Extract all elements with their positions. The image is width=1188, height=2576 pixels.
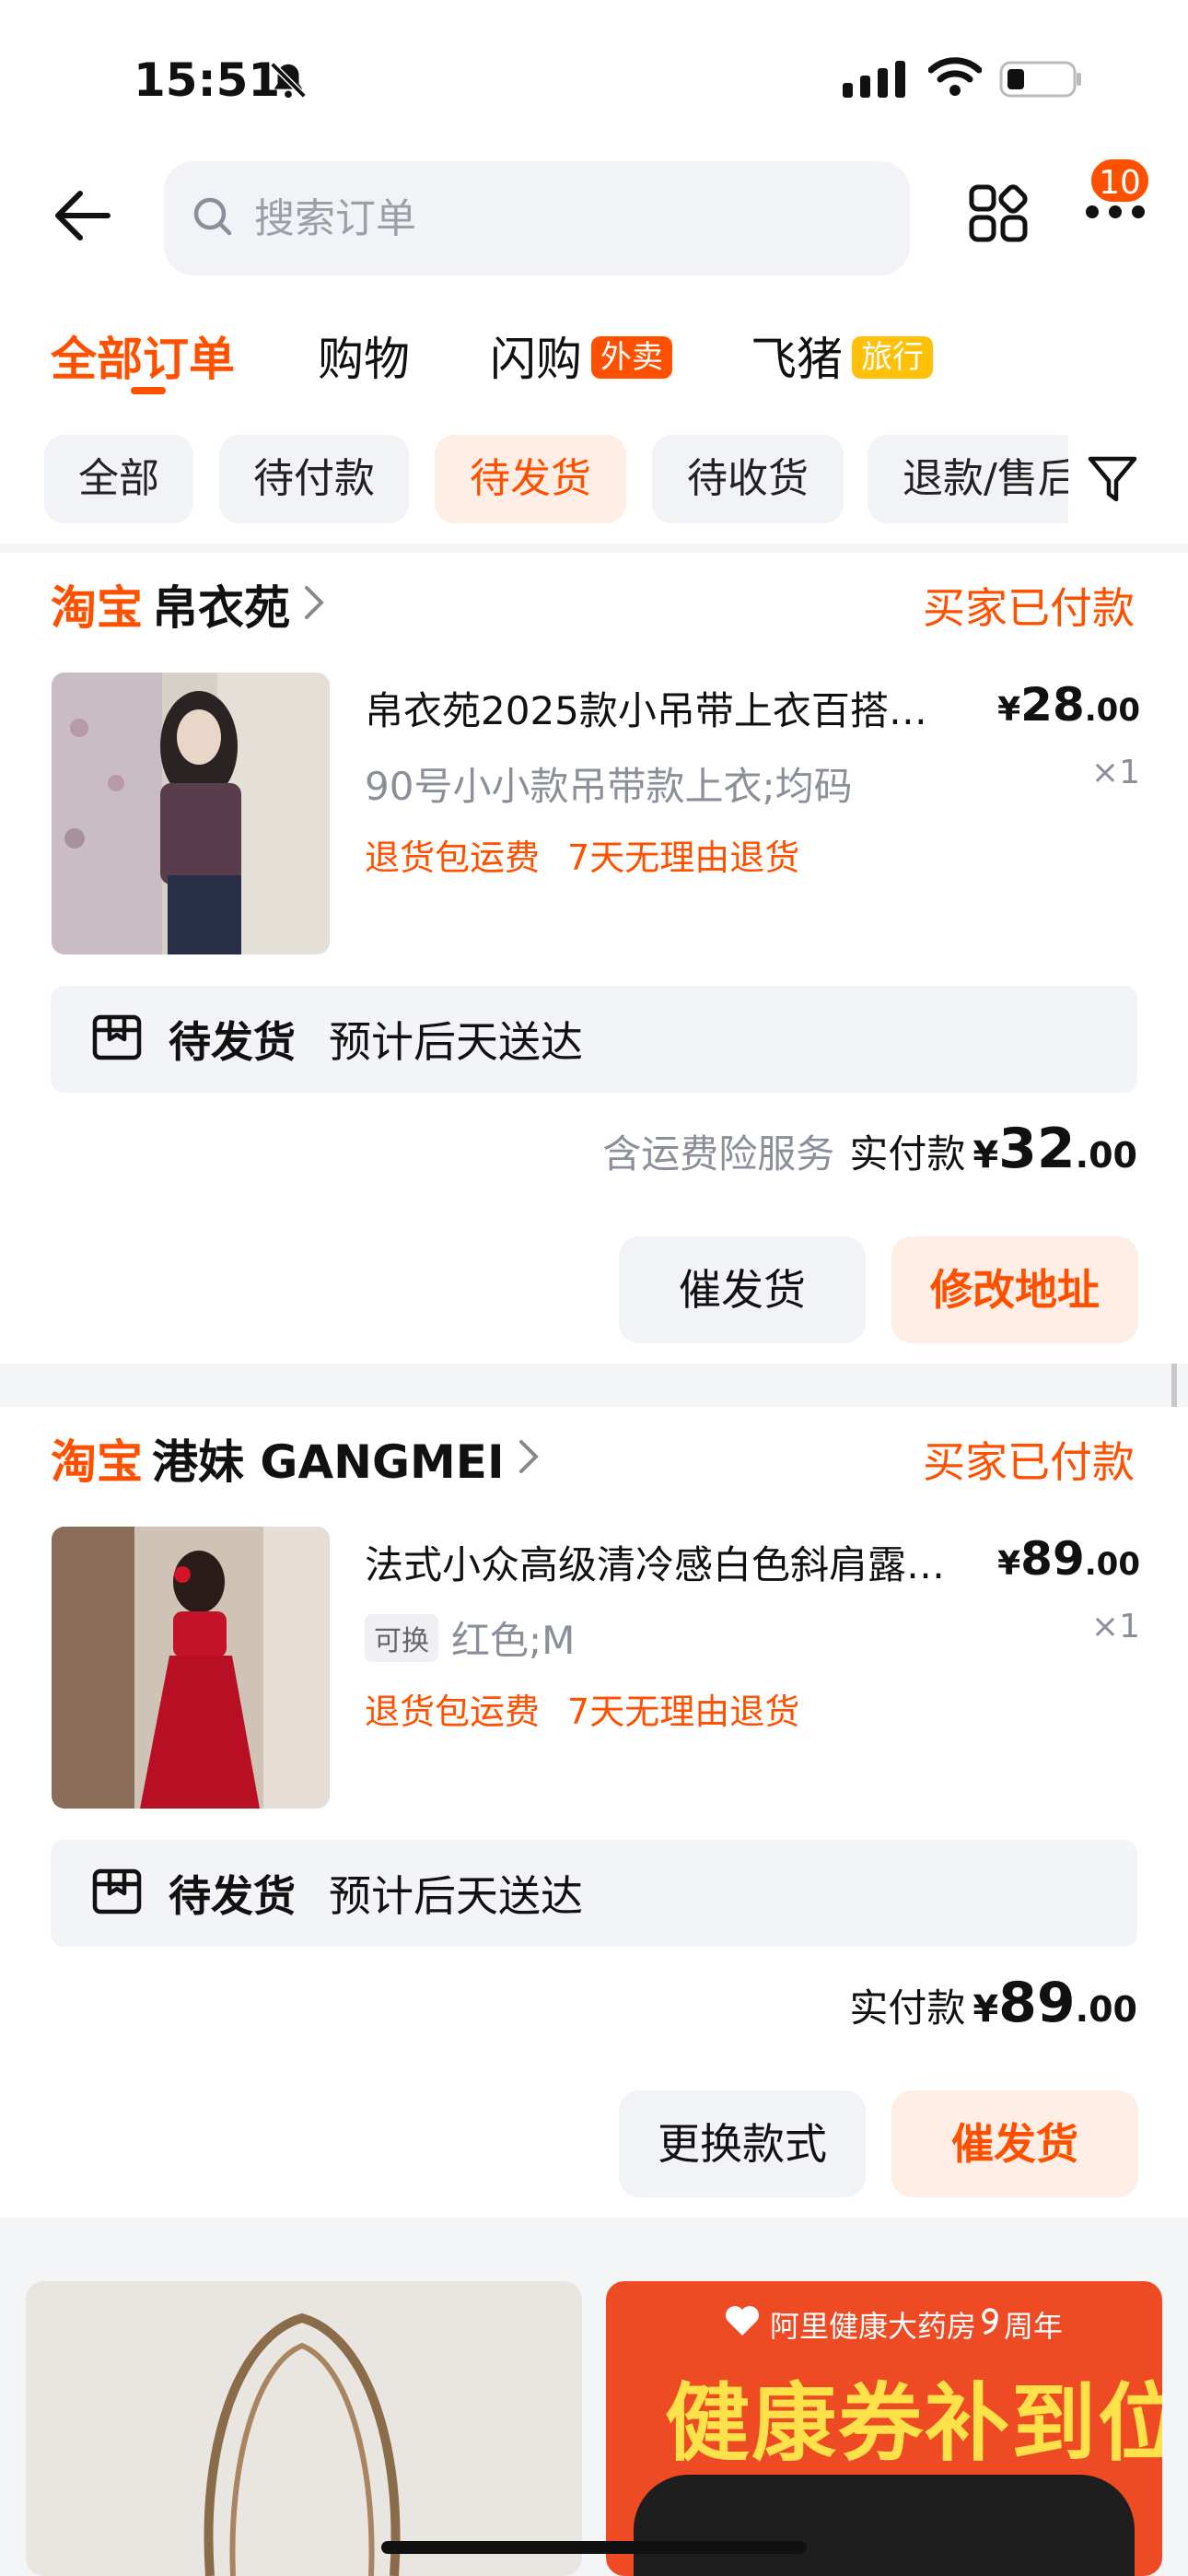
change-address-button[interactable]: 修改地址	[891, 1236, 1138, 1343]
recommend-card-ad[interactable]: 阿里健康大药房 周年 健康券补到位	[606, 2281, 1162, 2576]
price-currency: ¥	[997, 691, 1021, 729]
service-promos: 退货包运费 7天无理由退货	[365, 1683, 799, 1734]
chevron-right-icon	[518, 1438, 540, 1479]
tab-label: 飞猪	[751, 333, 843, 386]
filter-chips: 全部 待付款 待发货 待收货 退款/售后	[0, 435, 1068, 527]
exchangeable-tag: 可换	[365, 1613, 438, 1662]
ad-product-area	[634, 2475, 1135, 2576]
order-card: 淘宝 港妹 GANGMEI 买家已付款 法式小众高级清冷感白色斜肩露… ¥89.…	[0, 1407, 1188, 2218]
back-arrow-icon[interactable]	[51, 188, 111, 247]
promo-free-return-shipping: 退货包运费	[365, 1692, 541, 1732]
recommend-card-bag[interactable]	[26, 2281, 582, 2576]
pharmacy-logo-icon	[724, 2304, 761, 2345]
battery-icon	[999, 61, 1084, 101]
order-card: 淘宝 帛衣苑 买家已付款 帛衣苑2025款小吊带上衣百搭… ¥28.00 90号…	[0, 553, 1188, 1364]
tab-fliggy[interactable]: 飞猪 旅行	[751, 322, 933, 389]
paid-currency: ¥	[973, 1134, 999, 1177]
product-title[interactable]: 法式小众高级清冷感白色斜肩露…	[365, 1534, 982, 1590]
product-price: ¥28.00	[997, 678, 1140, 732]
wifi-icon	[927, 55, 983, 101]
shipping-status: 待发货	[169, 1871, 296, 1921]
paid-label: 实付款	[849, 1985, 966, 2031]
order-status: 买家已付款	[923, 1437, 1135, 1487]
shipping-eta: 预计后天送达	[329, 1871, 583, 1921]
promo-7-day-return: 7天无理由退货	[567, 837, 800, 878]
tab-all-orders[interactable]: 全部订单	[51, 322, 235, 389]
price-currency: ¥	[997, 1545, 1021, 1583]
price-integer: 89	[1020, 1532, 1085, 1586]
filter-all[interactable]: 全部	[44, 435, 193, 523]
search-icon	[192, 195, 234, 241]
product-quantity: ×1	[1090, 754, 1140, 791]
paid-decimal: .00	[1075, 1135, 1137, 1176]
shop-name: 帛衣苑	[152, 581, 290, 635]
shipping-status-box[interactable]: 待发货 预计后天送达	[51, 986, 1137, 1093]
package-box-icon	[91, 1012, 143, 1067]
order-status: 买家已付款	[923, 583, 1135, 633]
ad-brand-row: 阿里健康大药房 周年	[724, 2303, 1063, 2346]
home-indicator[interactable]	[381, 2541, 807, 2554]
shipping-eta: 预计后天送达	[329, 1017, 583, 1067]
nine-anniversary-icon	[980, 2307, 1000, 2342]
filter-funnel-icon[interactable]	[1087, 453, 1138, 509]
paid-decimal: .00	[1075, 1989, 1137, 2030]
filter-pending-payment[interactable]: 待付款	[219, 435, 409, 523]
shop-link[interactable]: 淘宝 帛衣苑	[51, 571, 325, 638]
shipping-insurance-note: 含运费险服务	[602, 1131, 835, 1177]
shipping-status: 待发货	[169, 1017, 296, 1067]
change-style-button[interactable]: 更换款式	[619, 2090, 866, 2197]
shop-link[interactable]: 淘宝 港妹 GANGMEI	[51, 1425, 540, 1492]
urge-shipment-button[interactable]: 催发货	[891, 2090, 1138, 2197]
search-input[interactable]	[252, 193, 845, 243]
urge-shipment-button[interactable]: 催发货	[619, 1236, 866, 1343]
takeout-tag: 外卖	[591, 335, 672, 379]
package-box-icon	[91, 1866, 143, 1921]
ad-headline: 健康券补到位	[665, 2374, 1162, 2473]
tab-label: 全部订单	[51, 333, 235, 386]
price-decimal: .00	[1084, 1546, 1140, 1583]
platform-brand: 淘宝	[51, 1435, 143, 1489]
bell-muted-icon	[267, 59, 309, 105]
filter-pending-receipt[interactable]: 待收货	[652, 435, 844, 523]
paid-integer: 32	[998, 1117, 1076, 1181]
chevron-right-icon	[303, 584, 325, 625]
status-time: 15:51	[134, 53, 281, 107]
paid-label: 实付款	[849, 1131, 966, 1177]
paid-currency: ¥	[973, 1988, 999, 2031]
product-price: ¥89.00	[997, 1532, 1140, 1586]
paid-integer: 89	[998, 1971, 1076, 2035]
filter-refund[interactable]: 退款/售后	[868, 435, 1068, 523]
shop-name: 港妹 GANGMEI	[152, 1435, 505, 1489]
apps-grid-icon[interactable]	[969, 184, 1028, 247]
price-integer: 28	[1020, 678, 1085, 732]
platform-brand: 淘宝	[51, 581, 143, 635]
price-decimal: .00	[1084, 692, 1140, 729]
product-image[interactable]	[52, 673, 330, 954]
product-image[interactable]	[52, 1527, 330, 1809]
tab-shopping[interactable]: 购物	[318, 322, 410, 389]
filter-pending-shipment[interactable]: 待发货	[435, 435, 626, 523]
paid-amount-row: 含运费险服务 实付款 ¥ 32 .00	[602, 1117, 1137, 1181]
paid-amount-row: 实付款 ¥ 89 .00	[849, 1971, 1137, 2035]
shipping-status-box[interactable]: 待发货 预计后天送达	[51, 1840, 1137, 1947]
service-promos: 退货包运费 7天无理由退货	[365, 829, 799, 880]
product-spec: 90号小小款吊带款上衣;均码	[365, 755, 853, 812]
tab-flash-buy[interactable]: 闪购 外卖	[490, 322, 672, 389]
spec-text: 红色;M	[451, 1618, 576, 1663]
ad-brand: 阿里健康大药房	[770, 2309, 977, 2344]
product-quantity: ×1	[1090, 1608, 1140, 1645]
spec-text: 90号小小款吊带款上衣;均码	[365, 764, 853, 809]
ad-anniversary: 周年	[1004, 2309, 1064, 2344]
tab-label: 闪购	[490, 333, 582, 386]
promo-free-return-shipping: 退货包运费	[365, 837, 541, 878]
promo-7-day-return: 7天无理由退货	[567, 1692, 800, 1732]
product-spec: 可换 红色;M	[365, 1610, 575, 1666]
active-tab-indicator	[131, 387, 166, 394]
search-bar[interactable]	[164, 161, 910, 275]
tab-label: 购物	[318, 333, 410, 386]
travel-tag: 旅行	[852, 335, 933, 379]
notification-badge: 10	[1089, 157, 1151, 205]
signal-icon	[843, 61, 907, 101]
product-title[interactable]: 帛衣苑2025款小吊带上衣百搭…	[365, 680, 982, 736]
